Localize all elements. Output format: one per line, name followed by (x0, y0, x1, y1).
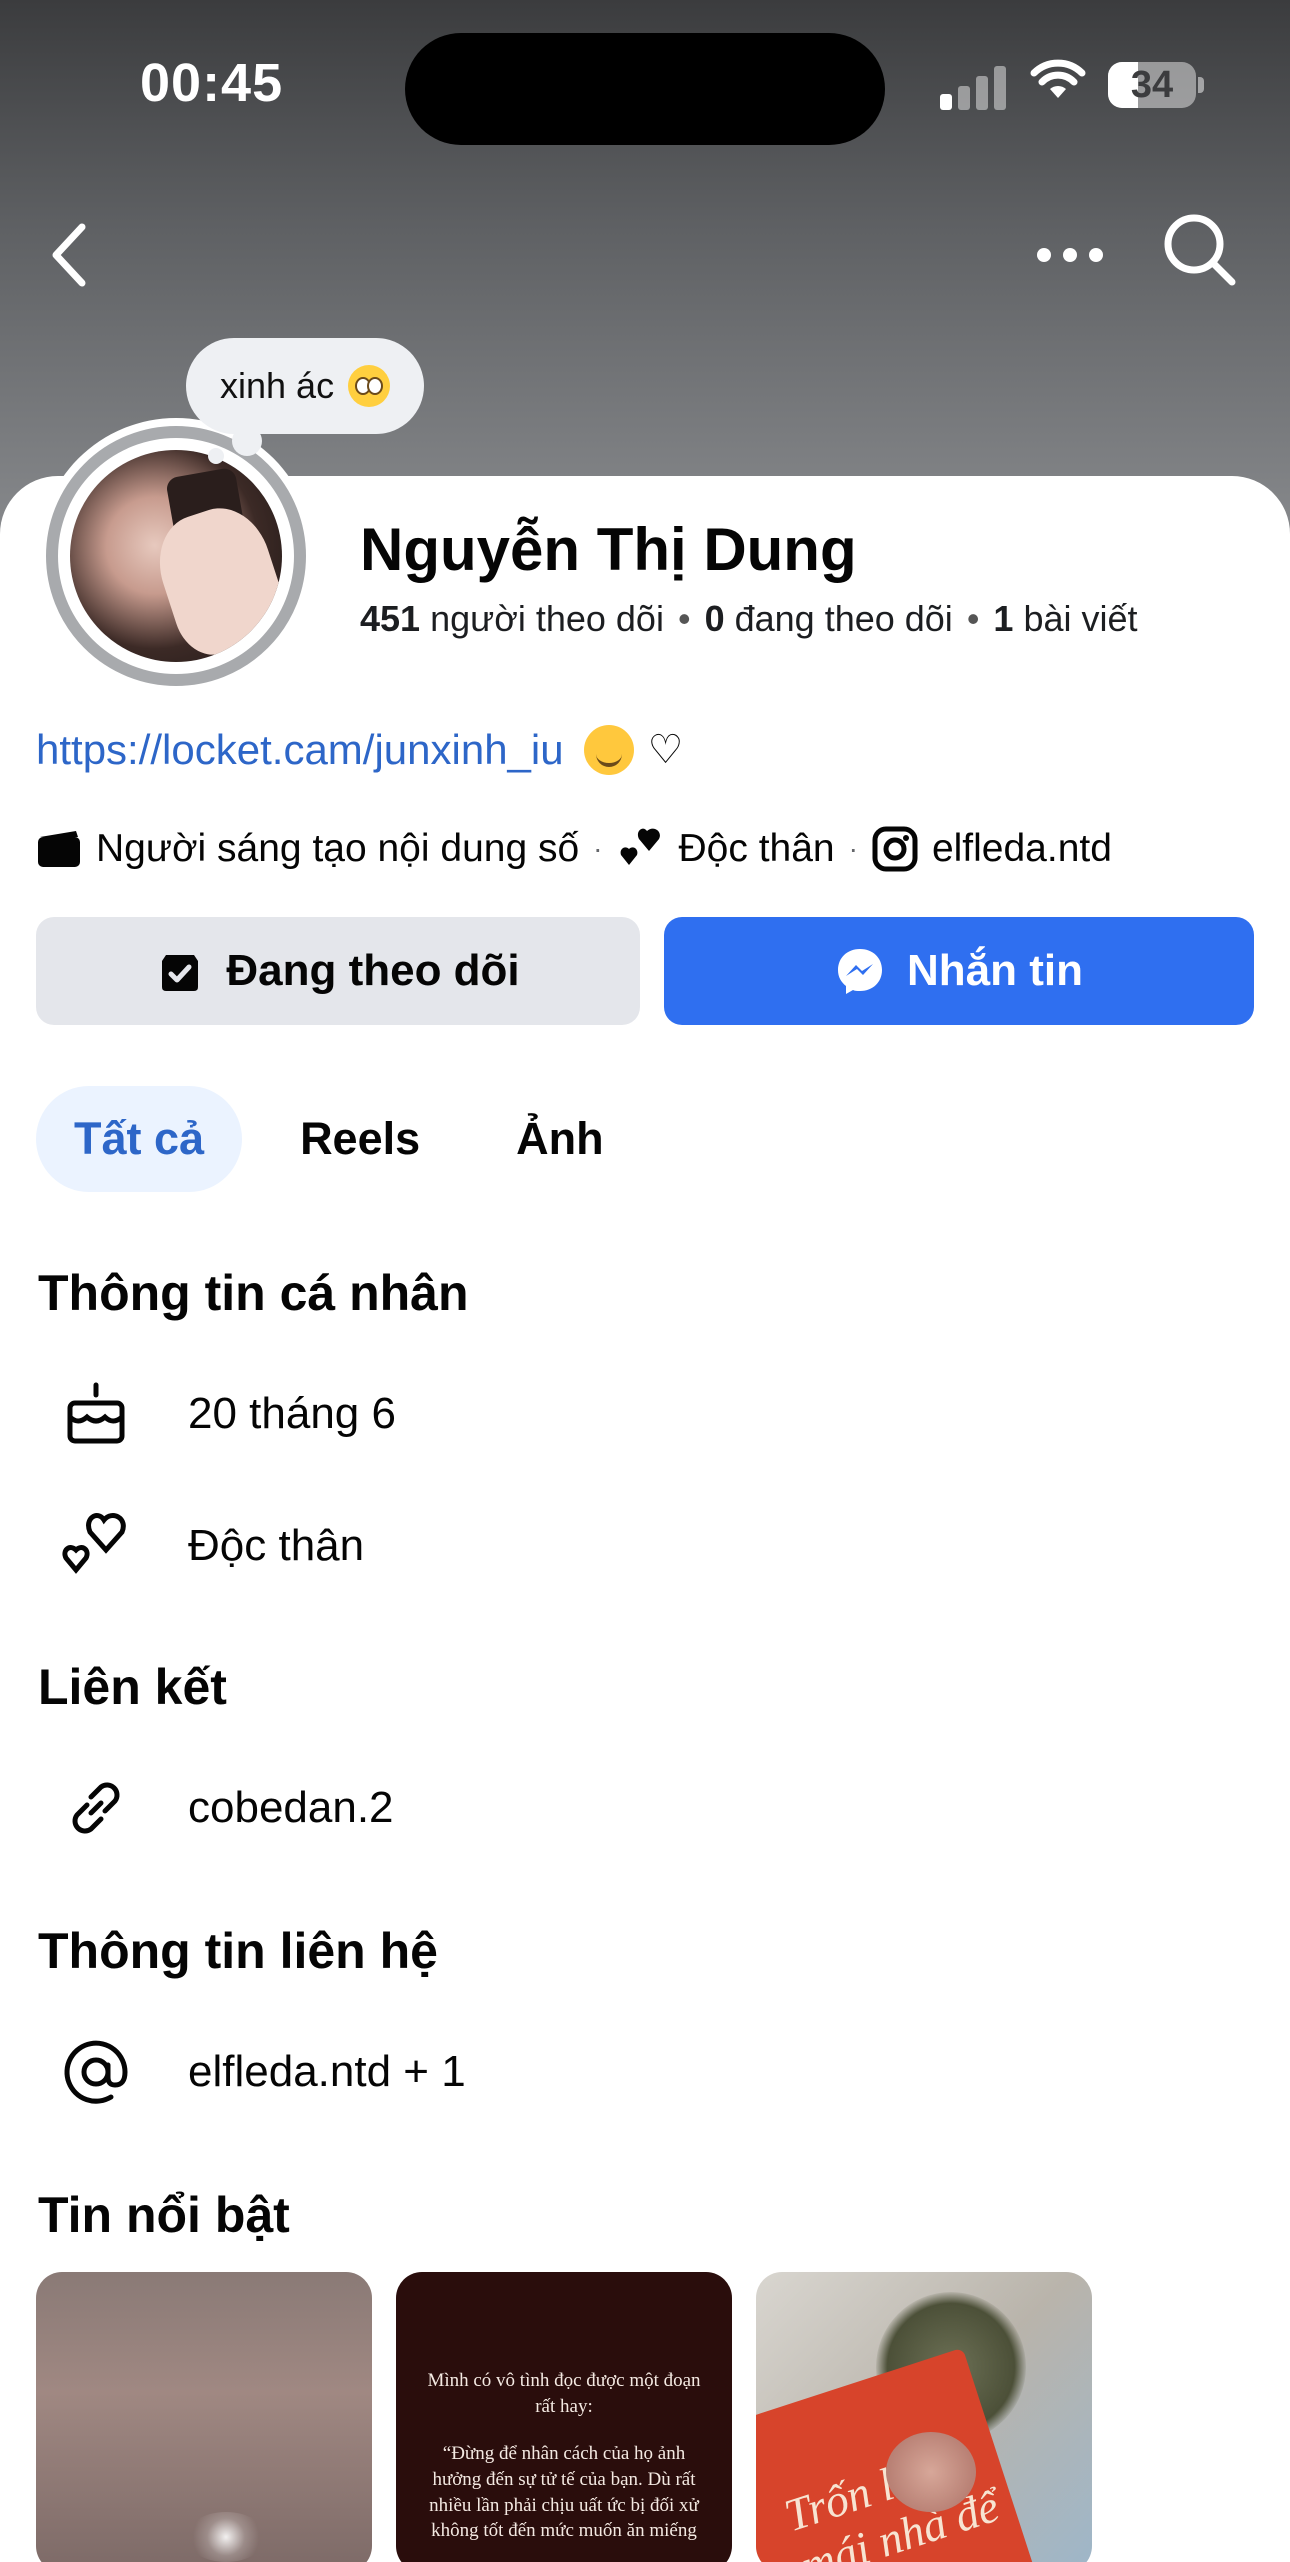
eye-roll-emoji-icon (348, 365, 391, 407)
highlight-item[interactable]: Mình có vô tình đọc được một đoạn rất ha… (396, 2272, 732, 2562)
birthday-row[interactable]: 20 tháng 6 (56, 1374, 396, 1454)
relationship-row[interactable]: Độc thân (56, 1506, 364, 1586)
at-sign-icon (56, 2032, 136, 2112)
highlight-text-line1: Mình có vô tình đọc được một đoạn rất ha… (427, 2370, 701, 2417)
note-text: xinh ác (220, 365, 335, 406)
link-row[interactable]: cobedan.2 (56, 1768, 394, 1848)
relationship-status: Độc thân (678, 827, 835, 870)
profile-note[interactable]: xinh ác (186, 338, 425, 434)
highlight-item[interactable]: Trốn lên mái nhà để khóc (756, 2272, 1092, 2562)
contact-value: elfleda.ntd + 1 (188, 2047, 466, 2096)
battery-level: 34 (1130, 64, 1174, 106)
highlight-text-line2: “Đừng để nhân cách của họ ảnh hưởng đến … (429, 2443, 699, 2542)
message-button[interactable]: Nhắn tin (664, 917, 1254, 1025)
birthday-cake-icon (56, 1374, 136, 1454)
contact-info-title: Thông tin liên hệ (38, 1923, 438, 1979)
heart-outline-icon: ♡ (647, 728, 684, 772)
tab-photos[interactable]: Ảnh (478, 1086, 641, 1192)
birthday-value: 20 tháng 6 (188, 1389, 396, 1438)
status-time: 00:45 (140, 53, 284, 113)
personal-info-title: Thông tin cá nhân (38, 1265, 469, 1321)
avatar-photo (70, 450, 282, 662)
wifi-icon (1030, 59, 1086, 98)
followers-stat[interactable]: 451 người theo dõi (360, 598, 664, 639)
note-tail-small (208, 448, 224, 464)
following-button[interactable]: Đang theo dõi (36, 917, 640, 1025)
links-title: Liên kết (38, 1659, 227, 1715)
following-stat[interactable]: 0 đang theo dõi (705, 598, 953, 639)
smiley-emoji-icon (583, 725, 634, 775)
cellular-signal-icon (940, 64, 1010, 110)
profile-name: Nguyễn Thị Dung (360, 516, 857, 583)
following-check-icon (162, 955, 199, 991)
messenger-icon (838, 949, 882, 994)
more-options-icon[interactable] (1030, 220, 1110, 290)
tab-reels[interactable]: Reels (262, 1086, 458, 1192)
posts-stat[interactable]: 1 bài viết (993, 598, 1137, 639)
search-icon[interactable] (1160, 210, 1240, 290)
contact-row[interactable]: elfleda.ntd + 1 (56, 2032, 466, 2112)
relationship-value: Độc thân (188, 1521, 365, 1570)
profile-tabs: Tất cả Reels Ảnh (36, 1086, 662, 1192)
profile-meta: Người sáng tạo nội dung số · Độc thân · … (36, 826, 1112, 872)
hearts-icon (620, 828, 660, 865)
bio: https://locket.cam/junxinh_iu ♡ (36, 725, 683, 775)
profile-stats: 451 người theo dõi • 0 đang theo dõi • 1 bài… (360, 598, 1138, 639)
note-tail (232, 426, 262, 456)
link-value: cobedan.2 (188, 1783, 394, 1832)
highlights-row: Mình có vô tình đọc được một đoạn rất ha… (36, 2272, 1116, 2562)
instagram-handle[interactable]: elfleda.ntd (932, 827, 1112, 871)
bio-link[interactable]: https://locket.cam/junxinh_iu (36, 726, 564, 774)
creator-category: Người sáng tạo nội dung số (96, 827, 580, 870)
hearts-outline-icon (56, 1506, 136, 1586)
avatar[interactable] (38, 418, 314, 694)
link-icon (56, 1768, 136, 1848)
battery-icon: 34 (1108, 62, 1204, 108)
highlight-item[interactable] (36, 2272, 372, 2562)
highlights-title: Tin nổi bật (38, 2187, 290, 2243)
back-icon[interactable] (40, 215, 100, 295)
dynamic-island (405, 33, 885, 145)
tab-all[interactable]: Tất cả (36, 1086, 243, 1192)
clapperboard-icon (38, 831, 80, 867)
instagram-icon (872, 826, 918, 872)
